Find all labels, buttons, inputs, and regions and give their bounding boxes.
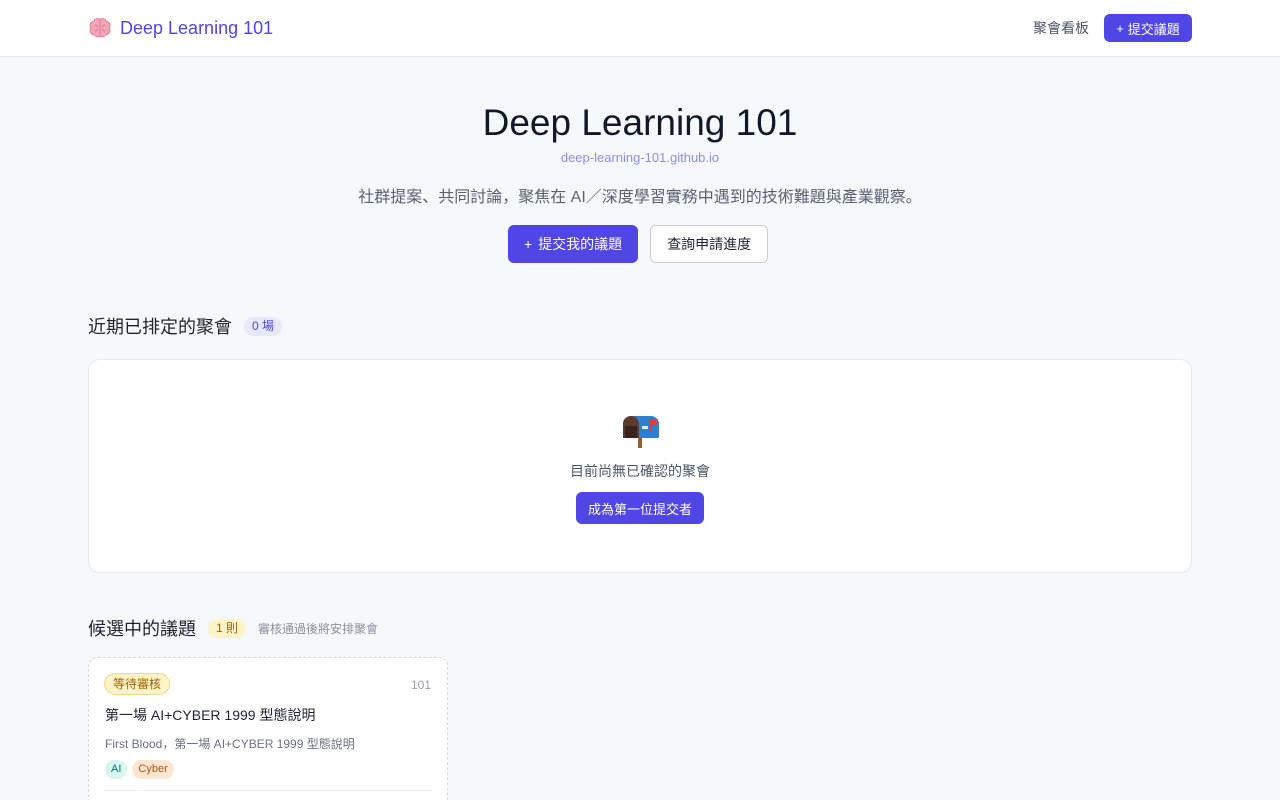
submit-topic-button[interactable]: + 提交我的議題 (508, 225, 639, 263)
meetups-section-header: 近期已排定的聚會 0 場 (88, 313, 283, 339)
card-divider (105, 790, 431, 791)
top-navbar: Deep Learning 101 聚會看板 + 提交議題 (0, 0, 1280, 57)
tag-cyber: Cyber (132, 760, 174, 779)
candidates-section-header: 候選中的議題 1 則 審核通過後將安排聚會 (88, 615, 378, 641)
proposal-id: 101 (410, 678, 431, 692)
candidates-note: 審核通過後將安排聚會 (258, 621, 379, 636)
proposal-card[interactable]: 等待審核 101 第一場 AI+CYBER 1999 型態說明 First Bl… (88, 657, 448, 800)
page-title: Deep Learning 101 (482, 102, 798, 143)
plus-icon: + (524, 236, 533, 252)
meetups-title: 近期已排定的聚會 (88, 317, 232, 337)
meetups-count-badge: 0 場 (244, 316, 283, 336)
proposal-tags: AI Cyber (105, 760, 174, 779)
tag-ai: AI (105, 760, 128, 779)
submit-topic-label: 提交我的議題 (538, 236, 623, 252)
header-submit-button[interactable]: + 提交議題 (1104, 14, 1192, 42)
plus-icon: + (1116, 20, 1124, 36)
mailbox-icon (619, 412, 663, 450)
header-submit-label: 提交議題 (1127, 21, 1180, 37)
be-first-submitter-button[interactable]: 成為第一位提交者 (576, 492, 704, 524)
proposal-title: 第一場 AI+CYBER 1999 型態說明 (105, 707, 316, 723)
nav-meetup-board-link[interactable]: 聚會看板 (1033, 18, 1089, 38)
empty-state-text: 目前尚無已確認的聚會 (570, 463, 710, 479)
site-domain: deep-learning-101.github.io (560, 150, 720, 165)
candidates-title: 候選中的議題 (88, 619, 196, 639)
candidates-count-badge: 1 則 (208, 618, 247, 638)
hero-description: 社群提案、共同討論，聚焦在 AI／深度學習實務中遇到的技術難題與產業觀察。 (358, 189, 922, 206)
hero-actions: + 提交我的議題 查詢申請進度 (508, 225, 769, 263)
brand-name: Deep Learning 101 (120, 17, 274, 38)
check-status-button[interactable]: 查詢申請進度 (650, 225, 769, 263)
proposal-description: First Blood，第一場 AI+CYBER 1999 型態說明 (105, 737, 355, 751)
brain-icon (88, 16, 112, 40)
meetups-empty-state: 目前尚無已確認的聚會 成為第一位提交者 (88, 359, 1192, 573)
status-badge: 等待審核 (104, 673, 171, 695)
brand-link[interactable]: Deep Learning 101 (88, 14, 273, 42)
